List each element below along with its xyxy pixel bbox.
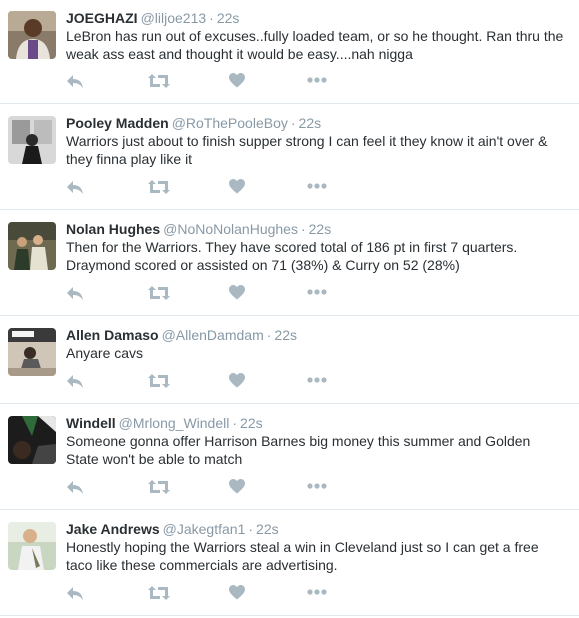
retweet-button[interactable] (148, 179, 170, 197)
more-icon (307, 289, 327, 295)
tweet-username[interactable]: @AllenDamdam (162, 327, 264, 343)
reply-button[interactable] (66, 179, 86, 197)
tweet-text: LeBron has run out of excuses..fully loa… (66, 28, 564, 62)
avatar[interactable] (8, 328, 56, 376)
reply-icon (67, 75, 83, 88)
reply-icon (67, 375, 83, 388)
tweet-separator: · (248, 521, 254, 537)
reply-button[interactable] (66, 73, 86, 91)
tweet[interactable]: Windell @Mrlong_Windell · 22s Someone gonna… (0, 404, 579, 510)
tweet-separator: · (266, 327, 272, 343)
tweet-fullname[interactable]: Jake Andrews (66, 521, 160, 537)
tweet-username[interactable]: @RoThePooleBoy (172, 115, 288, 131)
more-button[interactable] (307, 76, 327, 94)
more-icon (307, 483, 327, 489)
retweet-button[interactable] (148, 373, 170, 391)
retweet-icon (148, 480, 170, 494)
retweet-icon (148, 586, 170, 600)
heart-icon (229, 479, 245, 494)
more-button[interactable] (307, 288, 327, 306)
more-button[interactable] (307, 182, 327, 200)
tweet[interactable]: JOEGHAZI @liljoe213 · 22s LeBron has run ou… (0, 0, 579, 104)
tweet-username[interactable]: @Mrlong_Windell (119, 415, 230, 431)
tweet-timestamp[interactable]: 22s (309, 221, 332, 237)
more-icon (307, 183, 327, 189)
tweet-text: Then for the Warriors. They have scored … (66, 239, 518, 273)
reply-button[interactable] (66, 585, 86, 603)
more-icon (307, 589, 327, 595)
tweet[interactable]: Jake Andrews @Jakegtfan1 · 22s Honestly hop… (0, 510, 579, 616)
tweet-text: Anyare cavs (66, 345, 144, 361)
tweet[interactable]: Allen Damaso @AllenDamdam · 22s Anyare cavs (0, 316, 579, 404)
tweet-separator: · (290, 115, 296, 131)
tweet-separator: · (232, 415, 238, 431)
tweet[interactable]: Pooley Madden @RoThePooleBoy · 22s Warriors… (0, 104, 579, 210)
retweet-icon (148, 74, 170, 88)
tweet-username[interactable]: @liljoe213 (141, 10, 207, 26)
like-button[interactable] (229, 479, 249, 497)
reply-button[interactable] (66, 373, 86, 391)
tweet-separator: · (300, 221, 306, 237)
reply-button[interactable] (66, 479, 86, 497)
avatar[interactable] (8, 416, 56, 464)
reply-icon (67, 481, 83, 494)
tweet-text: Honestly hoping the Warriors steal a win… (66, 539, 539, 573)
retweet-button[interactable] (148, 585, 170, 603)
heart-icon (229, 73, 245, 88)
tweet-text: Someone gonna offer Harrison Barnes big … (66, 433, 531, 467)
avatar[interactable] (8, 522, 56, 570)
reply-icon (67, 181, 83, 194)
avatar[interactable] (8, 222, 56, 270)
more-button[interactable] (307, 588, 327, 606)
retweet-icon (148, 374, 170, 388)
tweet-timestamp[interactable]: 22s (240, 415, 263, 431)
tweet-fullname[interactable]: Windell (66, 415, 116, 431)
more-button[interactable] (307, 482, 327, 500)
heart-icon (229, 585, 245, 600)
retweet-icon (148, 286, 170, 300)
heart-icon (229, 285, 245, 300)
reply-icon (67, 587, 83, 600)
avatar[interactable] (8, 11, 56, 59)
heart-icon (229, 179, 245, 194)
tweet-timestamp[interactable]: 22s (217, 10, 240, 26)
retweet-button[interactable] (148, 479, 170, 497)
tweet-timestamp[interactable]: 22s (256, 521, 279, 537)
like-button[interactable] (229, 73, 249, 91)
retweet-icon (148, 180, 170, 194)
tweet-username[interactable]: @NoNoNolanHughes (163, 221, 298, 237)
tweet-separator: · (209, 10, 214, 26)
like-button[interactable] (229, 179, 249, 197)
tweet-fullname[interactable]: JOEGHAZI (66, 10, 138, 26)
tweet-fullname[interactable]: Allen Damaso (66, 327, 159, 343)
tweet-username[interactable]: @Jakegtfan1 (163, 521, 246, 537)
reply-icon (67, 287, 83, 300)
retweet-button[interactable] (148, 73, 170, 91)
like-button[interactable] (229, 585, 249, 603)
reply-button[interactable] (66, 285, 86, 303)
avatar[interactable] (8, 116, 56, 164)
like-button[interactable] (229, 285, 249, 303)
tweet[interactable]: Nolan Hughes @NoNoNolanHughes · 22s Then fo… (0, 210, 579, 316)
like-button[interactable] (229, 373, 249, 391)
more-button[interactable] (307, 376, 327, 394)
more-icon (307, 77, 327, 83)
tweet-text: Warriors just about to finish supper str… (66, 133, 548, 167)
tweet-fullname[interactable]: Nolan Hughes (66, 221, 160, 237)
tweet-timestamp[interactable]: 22s (274, 327, 297, 343)
heart-icon (229, 373, 245, 388)
retweet-button[interactable] (148, 285, 170, 303)
tweet-timestamp[interactable]: 22s (299, 115, 322, 131)
tweet-fullname[interactable]: Pooley Madden (66, 115, 169, 131)
more-icon (307, 377, 327, 383)
